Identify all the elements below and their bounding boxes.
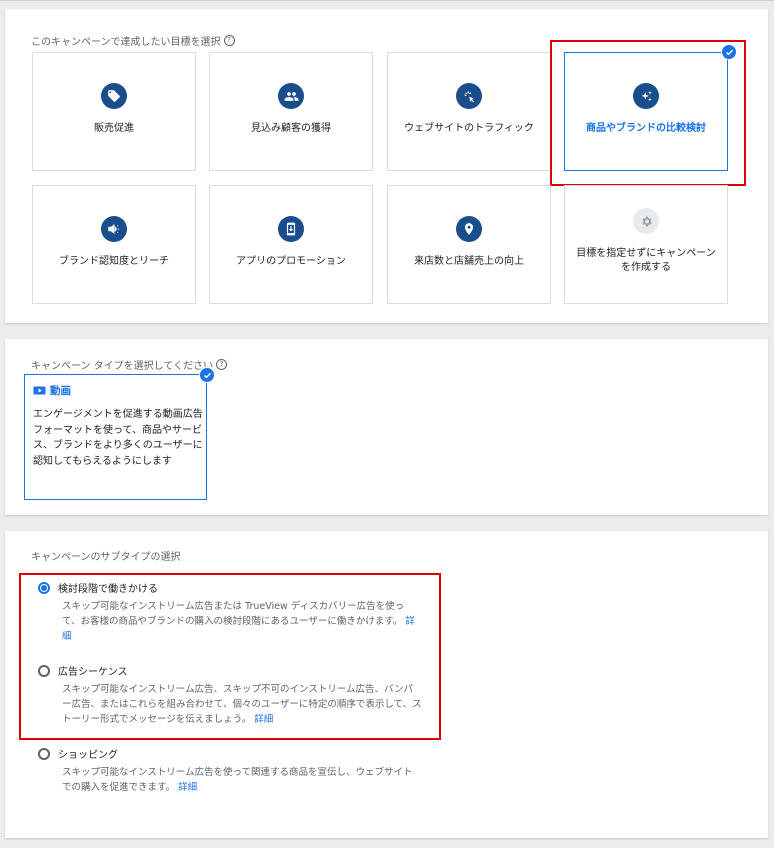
- campaign-type-card: キャンペーン タイプを選択してください ? 動画 エンゲージメントを促進する動画…: [5, 339, 768, 515]
- goal-label: 販売促進: [94, 123, 134, 134]
- campaign-type-title: 動画: [50, 385, 71, 397]
- goal-label: ブランド認知度とリーチ: [59, 256, 169, 267]
- sparkle-icon: [633, 83, 659, 109]
- subtype-option-consideration[interactable]: 検討段階で働きかける: [38, 580, 158, 595]
- subtype-description-text: スキップ可能なインストリーム広告または TrueView ディスカバリー広告を使…: [62, 601, 405, 627]
- subtype-option-description: スキップ可能なインストリーム広告を使って関連する商品を宣伝し、ウェブサイトでの購…: [62, 765, 422, 795]
- selected-check-icon: [721, 44, 737, 60]
- subtype-option-shopping[interactable]: ショッピング: [38, 746, 118, 761]
- subtype-option-description: スキップ可能なインストリーム広告、スキップ不可のインストリーム広告、バンパー広告…: [62, 682, 422, 727]
- gear-icon: [633, 208, 659, 234]
- goal-label: 目標を指定せずにキャンペーンを作成する: [576, 248, 716, 273]
- cursor-click-icon: [456, 83, 482, 109]
- goal-section-title: このキャンペーンで達成したい目標を選択 ?: [31, 33, 235, 48]
- learn-more-link[interactable]: 詳細: [254, 714, 273, 725]
- subtype-option-ad-sequence[interactable]: 広告シーケンス: [38, 663, 128, 678]
- subtype-description-text: スキップ可能なインストリーム広告、スキップ不可のインストリーム広告、バンパー広告…: [62, 684, 422, 725]
- goal-section-title-text: このキャンペーンで達成したい目標を選択: [31, 37, 221, 48]
- subtype-section-title: キャンペーンのサブタイプの選択: [31, 548, 181, 563]
- goal-tile-no-goal[interactable]: 目標を指定せずにキャンペーンを作成する: [564, 185, 728, 304]
- subtype-option-description: スキップ可能なインストリーム広告または TrueView ディスカバリー広告を使…: [62, 599, 422, 644]
- subtype-option-label: 検討段階で働きかける: [58, 584, 158, 595]
- phone-download-icon: [278, 216, 304, 242]
- goal-tile-brand-awareness[interactable]: ブランド認知度とリーチ: [32, 185, 196, 304]
- subtype-option-label: ショッピング: [58, 750, 118, 761]
- location-pin-icon: [456, 216, 482, 242]
- radio-button-selected[interactable]: [38, 581, 50, 594]
- megaphone-icon: [101, 216, 127, 242]
- goal-label: ウェブサイトのトラフィック: [404, 123, 534, 134]
- subtype-description-text: スキップ可能なインストリーム広告を使って関連する商品を宣伝し、ウェブサイトでの購…: [62, 767, 413, 793]
- campaign-type-video[interactable]: 動画 エンゲージメントを促進する動画広告フォーマットを使って、商品やサービス、ブ…: [24, 374, 207, 500]
- campaign-type-description: エンゲージメントを促進する動画広告フォーマットを使って、商品やサービス、ブランド…: [33, 409, 203, 467]
- people-icon: [278, 83, 304, 109]
- video-camera-icon: [33, 385, 46, 396]
- goal-label: アプリのプロモーション: [236, 256, 346, 267]
- goal-tile-local-store[interactable]: 来店数と店舗売上の向上: [387, 185, 551, 304]
- type-section-title-text: キャンペーン タイプを選択してください: [31, 361, 214, 372]
- goal-label: 来店数と店舗売上の向上: [414, 256, 524, 267]
- selected-check-icon: [199, 367, 215, 383]
- goal-tile-leads[interactable]: 見込み顧客の獲得: [209, 52, 373, 171]
- subtype-option-label: 広告シーケンス: [58, 667, 128, 678]
- subtype-section-title-text: キャンペーンのサブタイプの選択: [31, 552, 181, 563]
- top-border: [0, 0, 774, 1]
- goal-tile-website-traffic[interactable]: ウェブサイトのトラフィック: [387, 52, 551, 171]
- help-circle-icon[interactable]: ?: [216, 359, 228, 370]
- sell-tag-icon: [101, 83, 127, 109]
- goal-tile-consideration[interactable]: 商品やブランドの比較検討: [564, 52, 728, 171]
- campaign-subtype-card: キャンペーンのサブタイプの選択 検討段階で働きかける スキップ可能なインストリー…: [5, 531, 768, 838]
- goal-tile-app-promotion[interactable]: アプリのプロモーション: [209, 185, 373, 304]
- type-section-title: キャンペーン タイプを選択してください ?: [31, 357, 228, 372]
- goal-tile-sales[interactable]: 販売促進: [32, 52, 196, 171]
- goal-label: 商品やブランドの比較検討: [586, 123, 706, 134]
- radio-button[interactable]: [38, 664, 50, 677]
- radio-button[interactable]: [38, 747, 50, 760]
- help-circle-icon[interactable]: ?: [223, 35, 235, 46]
- goal-label: 見込み顧客の獲得: [251, 123, 331, 134]
- learn-more-link[interactable]: 詳細: [178, 782, 197, 793]
- goal-selection-card: このキャンペーンで達成したい目標を選択 ? 販売促進 見込み顧客の獲得 ウェブサ…: [5, 9, 768, 323]
